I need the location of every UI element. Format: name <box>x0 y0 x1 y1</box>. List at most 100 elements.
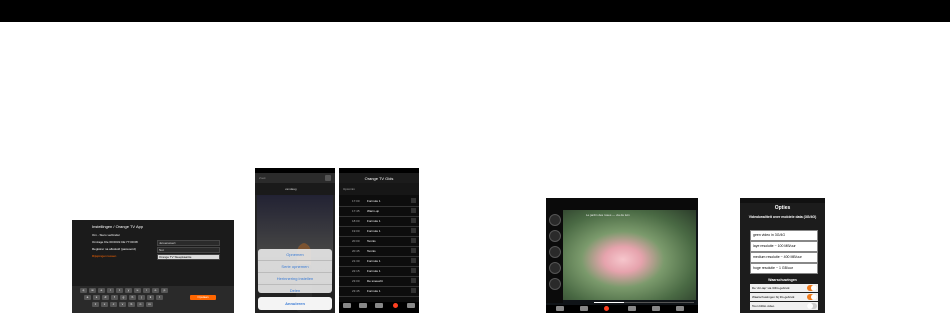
settings-title: Instellingen / Orange TV App <box>92 224 144 229</box>
player-top-bar <box>546 198 698 210</box>
item-time: 22:15 <box>352 269 360 273</box>
info-icon[interactable] <box>411 198 416 203</box>
key[interactable]: w <box>89 288 96 293</box>
tv-tab-icon[interactable] <box>343 303 351 308</box>
key[interactable]: l <box>156 295 163 300</box>
item-program: Tennis <box>367 249 376 253</box>
info-icon[interactable] <box>411 278 416 283</box>
quality-option[interactable]: medium resolutie ~ 400 MB/uur <box>750 252 818 263</box>
info-icon[interactable] <box>411 238 416 243</box>
cancel-button[interactable]: Annuleren <box>258 297 332 310</box>
video-frame[interactable] <box>563 210 696 300</box>
key[interactable]: d <box>102 295 109 300</box>
video-caption: Le jardin des roses — via de tuin <box>586 213 630 217</box>
toggle-switch[interactable] <box>807 285 817 291</box>
toggle-switch[interactable] <box>807 294 817 300</box>
info-icon[interactable] <box>411 258 416 263</box>
settings-row[interactable]: Registrer na afloskoll (paswoord) Nut <box>92 247 232 253</box>
key[interactable]: q <box>80 288 87 293</box>
toggle-label: Waarschuwingen bij 3G-gebruik <box>752 295 795 299</box>
settings-row[interactable]: Om - Stero verbinder <box>92 233 232 238</box>
settings-row[interactable]: Omzage Kle 00:0031:CE:77:00:08 Jeroenwee… <box>92 240 232 246</box>
tab-icon[interactable] <box>556 306 564 311</box>
key[interactable]: s <box>93 295 100 300</box>
row-value[interactable]: Jeroenweert <box>157 240 220 246</box>
onscreen-keyboard: q w e r t y u i o p a s d f g h j k l z … <box>72 286 234 313</box>
channel-logo-icon[interactable] <box>549 246 561 258</box>
record-series-option[interactable]: Serie opnemen <box>258 261 332 273</box>
more-tab-icon[interactable] <box>407 303 415 308</box>
warnings-heading: Waarschuwingen <box>768 278 797 282</box>
key[interactable]: m <box>146 302 153 307</box>
row-value[interactable]: Nut <box>157 247 220 253</box>
toggle-row: Toon biblio video <box>750 302 818 310</box>
quality-option[interactable]: hoge resolutie ~ 1 GB/uur <box>750 263 818 274</box>
list-item[interactable]: 23:45 Formule 1 <box>339 286 419 297</box>
tv-guide-screenshot: Orange TV Gids Upcomin 17:00 Formule 1 17… <box>339 168 419 313</box>
tab-icon[interactable] <box>580 306 588 311</box>
key[interactable]: o <box>152 288 159 293</box>
info-icon[interactable] <box>411 248 416 253</box>
key[interactable]: z <box>92 302 99 307</box>
key[interactable]: c <box>110 302 117 307</box>
guide-subtitle: Upcomin <box>343 187 355 191</box>
toggle-row: Waarschuwingen bij 3G-gebruik <box>750 293 818 301</box>
key[interactable]: y <box>125 288 132 293</box>
search-input[interactable]: Zoek <box>259 176 266 180</box>
item-time: 20:45 <box>352 249 360 253</box>
tab-icon[interactable] <box>652 306 660 311</box>
info-icon[interactable] <box>411 228 416 233</box>
reminder-option[interactable]: Herinnering instellen <box>258 273 332 285</box>
key[interactable]: t <box>116 288 123 293</box>
channel-logo-icon[interactable] <box>549 278 561 290</box>
live-tab-icon[interactable] <box>393 303 398 308</box>
info-icon[interactable] <box>411 288 416 293</box>
tab-bar <box>339 302 419 313</box>
key[interactable]: b <box>128 302 135 307</box>
key[interactable]: g <box>120 295 127 300</box>
live-tab-icon[interactable] <box>604 306 609 311</box>
key[interactable]: p <box>161 288 168 293</box>
key[interactable]: r <box>107 288 114 293</box>
row-label: Omzage Kle 00:0031:CE:77:00:08 <box>92 240 138 244</box>
key[interactable]: n <box>137 302 144 307</box>
channel-logo-icon[interactable] <box>549 230 561 242</box>
channel-strip <box>546 210 563 303</box>
key[interactable]: e <box>98 288 105 293</box>
share-option[interactable]: Delen <box>258 285 332 296</box>
toggle-switch[interactable] <box>807 303 817 309</box>
row-label: Registrer na afloskoll (paswoord) <box>92 247 136 251</box>
menu-icon[interactable] <box>325 175 331 181</box>
quality-option[interactable]: laye resolutie ~ 100 MB/uur <box>750 241 818 252</box>
key[interactable]: f <box>111 295 118 300</box>
save-key[interactable]: Opslaan <box>190 295 216 300</box>
key[interactable]: v <box>119 302 126 307</box>
channel-logo-icon[interactable] <box>549 214 561 226</box>
settings-row[interactable]: Rijsjoingen tussen Orange TV Steepkaartt… <box>92 254 232 260</box>
info-icon[interactable] <box>411 218 416 223</box>
video-player-screenshot: Le jardin des roses — via de tuin <box>546 198 698 313</box>
channel-logo-icon[interactable] <box>549 262 561 274</box>
guide-header: Orange TV Gids <box>339 173 419 183</box>
guide-tab-icon[interactable] <box>359 303 367 308</box>
key[interactable]: k <box>147 295 154 300</box>
tab-icon[interactable] <box>628 306 636 311</box>
key[interactable]: i <box>143 288 150 293</box>
status-bar <box>740 198 825 203</box>
record-option[interactable]: Opnemen <box>258 249 332 261</box>
row-value[interactable]: Orange TV Steepkaartte <box>157 254 220 260</box>
recordings-tab-icon[interactable] <box>375 303 383 308</box>
action-sheet-screenshot: Zoek vandaag Opnemen Serie opnemen Herin… <box>255 168 335 313</box>
key[interactable]: u <box>134 288 141 293</box>
tab-icon[interactable] <box>676 306 684 311</box>
key[interactable]: j <box>138 295 145 300</box>
info-icon[interactable] <box>411 208 416 213</box>
quality-option[interactable]: geen video in 3G/4G <box>750 230 818 241</box>
search-bar[interactable]: Zoek <box>255 173 335 183</box>
key[interactable]: a <box>84 295 91 300</box>
key[interactable]: x <box>101 302 108 307</box>
info-icon[interactable] <box>411 268 416 273</box>
key[interactable]: h <box>129 295 136 300</box>
date-label: vandaag <box>285 187 297 191</box>
progress-bar[interactable] <box>594 302 694 303</box>
